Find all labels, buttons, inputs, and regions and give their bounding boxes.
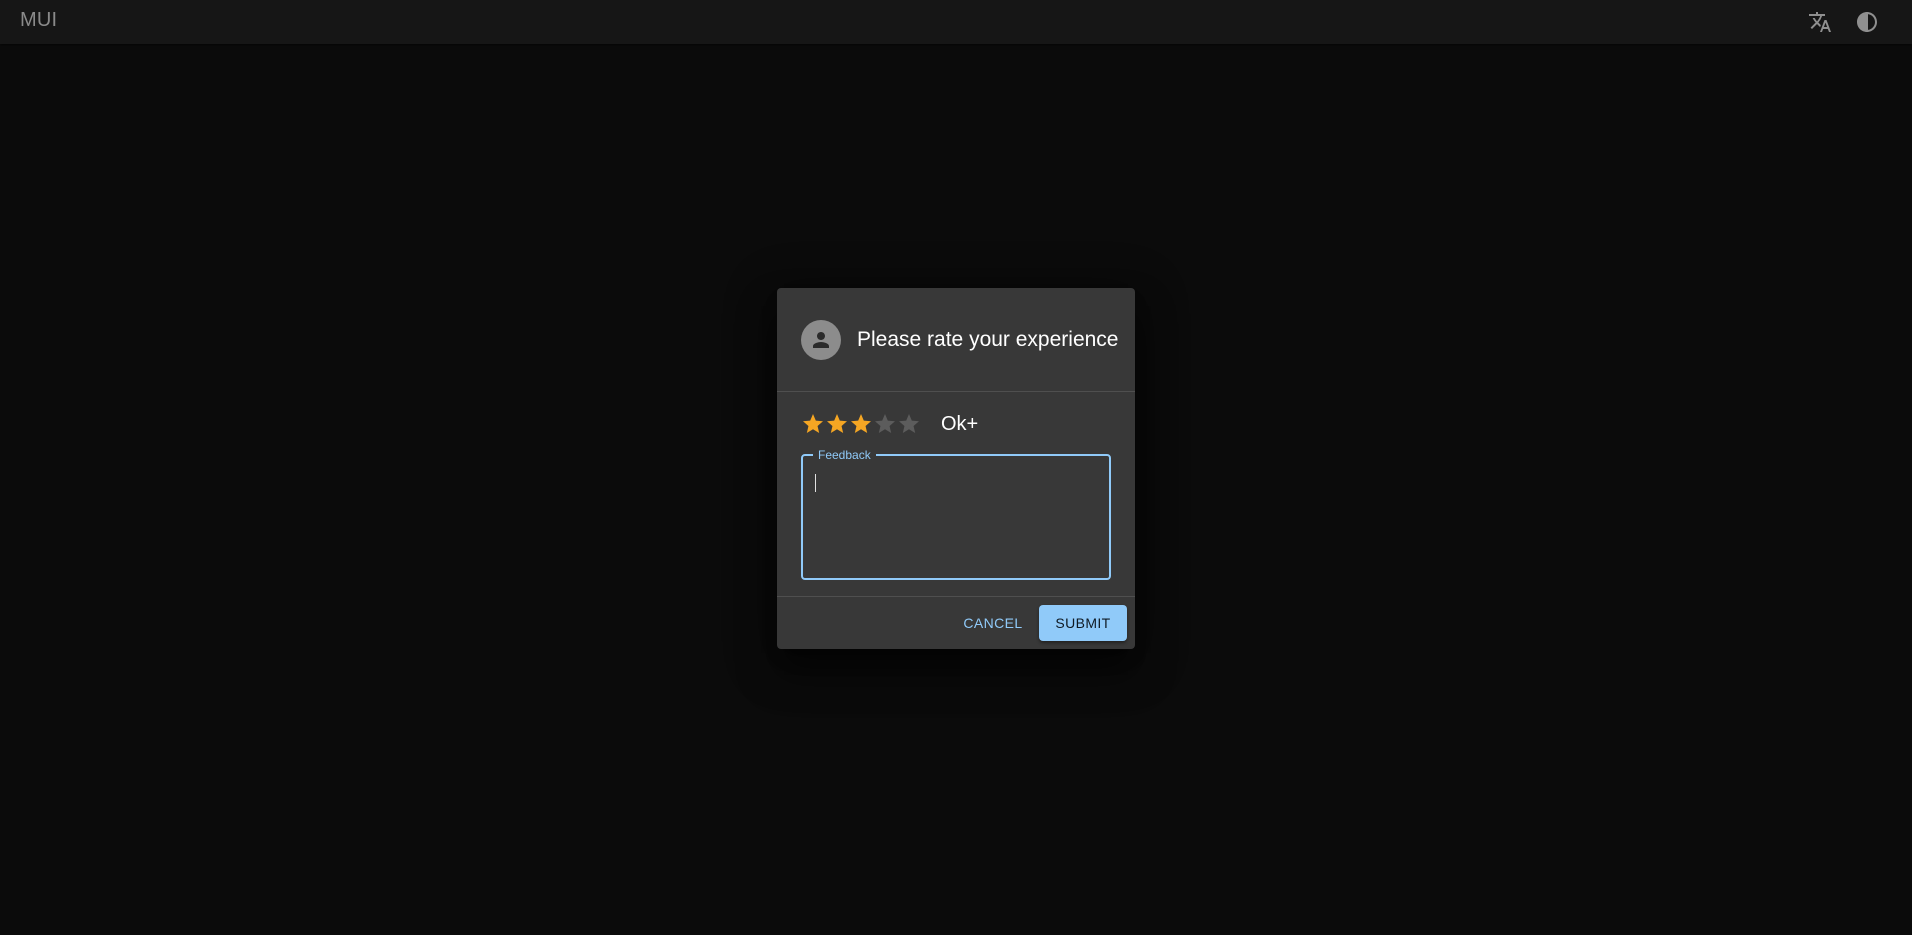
rating-row: Ok+ [801,411,978,437]
star-filled-icon[interactable] [825,412,849,436]
dialog-header: Please rate your experience [777,288,1135,392]
star-filled-icon[interactable] [849,412,873,436]
star-empty-icon[interactable] [873,412,897,436]
contrast-icon[interactable] [1853,8,1881,36]
submit-button[interactable]: Submit [1039,605,1127,641]
star-empty-icon[interactable] [897,412,921,436]
feedback-label: Feedback [813,448,876,462]
app-bar: MUI [0,0,1912,44]
avatar [801,320,841,360]
feedback-textarea[interactable] [815,470,1101,570]
person-icon [813,332,829,348]
star-filled-icon[interactable] [801,412,825,436]
cancel-button[interactable]: Cancel [957,605,1029,641]
rating-dialog: Please rate your experience Ok+ Feedback… [777,288,1135,649]
brand-logo-text: MUI [20,9,58,31]
dialog-title: Please rate your experience [857,328,1119,351]
feedback-field[interactable]: Feedback [801,448,1111,580]
dialog-actions: Cancel Submit [777,596,1135,649]
translate-icon[interactable] [1806,8,1834,36]
rating-label: Ok+ [941,412,979,435]
star-rating[interactable] [801,412,921,436]
